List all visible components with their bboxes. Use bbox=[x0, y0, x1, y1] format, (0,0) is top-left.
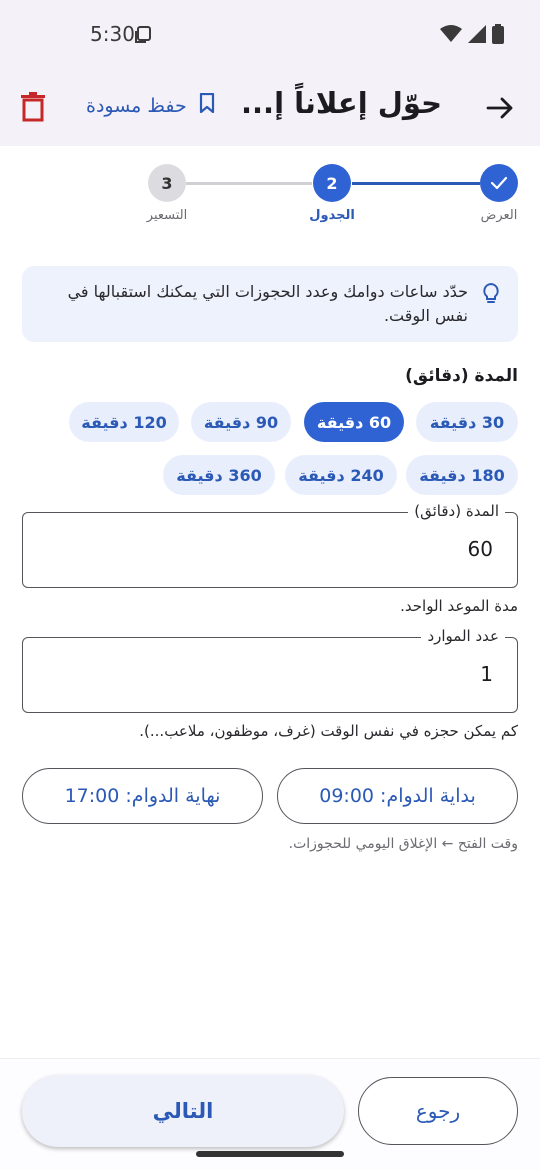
step-schedule-active[interactable]: 2 bbox=[313, 164, 351, 202]
battery-icon bbox=[492, 24, 504, 48]
end-time-button[interactable]: نهاية الدوام: 17:00 bbox=[22, 768, 263, 824]
check-icon bbox=[490, 176, 508, 190]
step-display-done[interactable] bbox=[480, 164, 518, 202]
chip-90-min[interactable]: 90 دقيقة bbox=[191, 402, 291, 442]
duration-field-value[interactable]: 60 bbox=[468, 537, 493, 561]
lightbulb-icon bbox=[482, 282, 500, 310]
duration-field[interactable]: المدة (دقائق) 60 bbox=[22, 502, 518, 588]
chip-30-min[interactable]: 30 دقيقة bbox=[416, 402, 518, 442]
chip-240-min[interactable]: 240 دقيقة bbox=[285, 455, 397, 495]
step-label-display: العرض bbox=[480, 208, 518, 223]
status-bar: 5:30 bbox=[0, 0, 540, 70]
chip-60-min[interactable]: 60 دقيقة bbox=[304, 402, 404, 442]
save-draft-label: حفظ مسودة bbox=[86, 94, 187, 117]
step-connector-pending bbox=[186, 182, 312, 185]
info-card: حدّد ساعات دوامك وعدد الحجوزات التي يمكن… bbox=[22, 266, 518, 342]
stepper: 2 3 العرض الجدول التسعير bbox=[0, 146, 540, 246]
step-label-schedule: الجدول bbox=[309, 208, 355, 223]
duration-section-title: المدة (دقائق) bbox=[405, 366, 518, 386]
chip-120-min[interactable]: 120 دقيقة bbox=[69, 402, 179, 442]
home-indicator[interactable] bbox=[196, 1151, 344, 1157]
back-button[interactable]: رجوع bbox=[358, 1077, 518, 1145]
signal-icon bbox=[468, 25, 486, 47]
arrow-right-icon bbox=[486, 97, 513, 119]
bottom-action-bar: التالي رجوع bbox=[0, 1058, 540, 1170]
resources-helper: كم يمكن حجزه في نفس الوقت (غرف، موظفون، … bbox=[139, 722, 518, 740]
back-arrow-button[interactable] bbox=[484, 92, 516, 124]
trash-icon bbox=[21, 92, 45, 122]
app-bar: حوّل إعلاناً إ... حفظ مسودة bbox=[0, 70, 540, 146]
info-text: حدّد ساعات دوامك وعدد الحجوزات التي يمكن… bbox=[67, 282, 468, 325]
page-title: حوّل إعلاناً إ... bbox=[241, 86, 442, 120]
resources-field-label: عدد الموارد bbox=[421, 627, 505, 645]
step-pricing-pending[interactable]: 3 bbox=[148, 164, 186, 202]
wifi-icon bbox=[440, 25, 462, 47]
resources-field[interactable]: عدد الموارد 1 bbox=[22, 627, 518, 713]
chip-360-min[interactable]: 360 دقيقة bbox=[163, 455, 275, 495]
next-button[interactable]: التالي bbox=[22, 1075, 344, 1147]
delete-button[interactable] bbox=[20, 92, 46, 122]
chip-180-min[interactable]: 180 دقيقة bbox=[406, 455, 518, 495]
step-connector-done bbox=[352, 182, 480, 185]
resources-field-value[interactable]: 1 bbox=[480, 662, 493, 686]
hours-hint: وقت الفتح ← الإغلاق اليومي للحجوزات. bbox=[288, 836, 518, 852]
duration-field-label: المدة (دقائق) bbox=[408, 502, 505, 520]
start-time-button[interactable]: بداية الدوام: 09:00 bbox=[277, 768, 518, 824]
bookmark-icon bbox=[199, 92, 215, 118]
duration-helper: مدة الموعد الواحد. bbox=[400, 597, 518, 615]
screenshot-icon bbox=[134, 26, 152, 48]
status-time: 5:30 bbox=[90, 22, 135, 46]
save-draft-button[interactable]: حفظ مسودة bbox=[86, 92, 215, 118]
step-label-pricing: التسعير bbox=[146, 208, 188, 223]
